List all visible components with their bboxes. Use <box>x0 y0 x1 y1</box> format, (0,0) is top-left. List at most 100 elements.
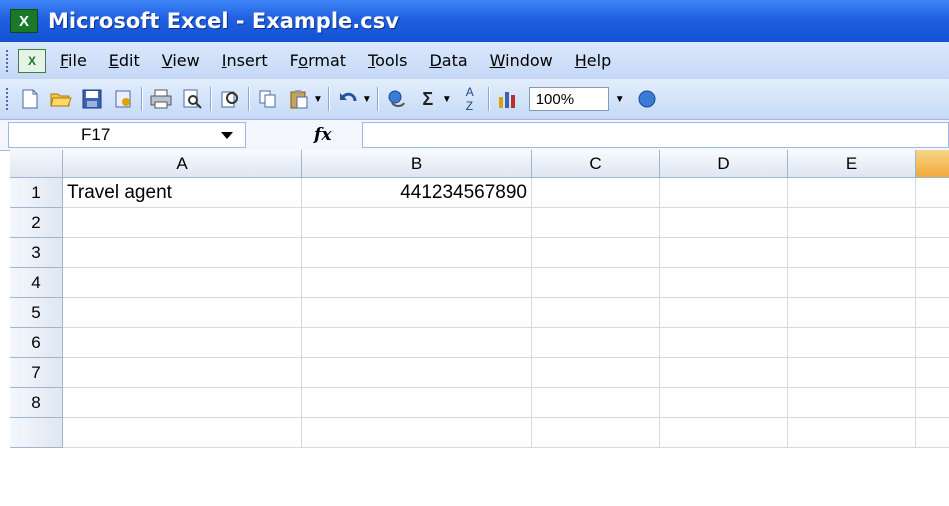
cell-c5[interactable] <box>532 298 660 328</box>
cell-d8[interactable] <box>660 388 788 418</box>
copy-icon[interactable] <box>255 86 281 112</box>
cell-a3[interactable] <box>63 238 302 268</box>
column-header-e[interactable]: E <box>788 150 916 178</box>
zoom-dropdown-icon[interactable]: ▼ <box>611 87 629 111</box>
cell-c2[interactable] <box>532 208 660 238</box>
menu-data[interactable]: Data <box>429 51 467 70</box>
cell-f3[interactable] <box>916 238 949 268</box>
new-document-icon[interactable] <box>17 86 43 112</box>
cell-a5[interactable] <box>63 298 302 328</box>
cell-b6[interactable] <box>302 328 532 358</box>
formula-input[interactable] <box>362 122 949 148</box>
cell-b4[interactable] <box>302 268 532 298</box>
cell-b9[interactable] <box>302 418 532 448</box>
row-header-4[interactable]: 4 <box>10 268 63 298</box>
column-header-c[interactable]: C <box>532 150 660 178</box>
cell-c3[interactable] <box>532 238 660 268</box>
permission-icon[interactable] <box>110 86 136 112</box>
menu-grip-handle[interactable] <box>6 49 12 72</box>
cell-c9[interactable] <box>532 418 660 448</box>
hyperlink-icon[interactable] <box>384 86 410 112</box>
cell-c7[interactable] <box>532 358 660 388</box>
cell-f1[interactable] <box>916 178 949 208</box>
paste-icon[interactable] <box>286 86 312 112</box>
row-header-6[interactable]: 6 <box>10 328 63 358</box>
undo-dropdown-icon[interactable]: ▼ <box>362 94 372 105</box>
menu-help[interactable]: Help <box>575 51 611 70</box>
cell-f7[interactable] <box>916 358 949 388</box>
open-folder-icon[interactable] <box>48 86 74 112</box>
cell-f4[interactable] <box>916 268 949 298</box>
menu-insert[interactable]: Insert <box>222 51 268 70</box>
menu-tools[interactable]: Tools <box>368 51 407 70</box>
cell-b3[interactable] <box>302 238 532 268</box>
cell-e1[interactable] <box>788 178 916 208</box>
menu-file[interactable]: File <box>60 51 87 70</box>
row-header-8[interactable]: 8 <box>10 388 63 418</box>
name-box[interactable]: F17 <box>8 122 246 148</box>
cell-d1[interactable] <box>660 178 788 208</box>
cell-e3[interactable] <box>788 238 916 268</box>
cell-d7[interactable] <box>660 358 788 388</box>
sort-ascending-icon[interactable]: AZ <box>457 85 483 113</box>
row-header-2[interactable]: 2 <box>10 208 63 238</box>
cell-d5[interactable] <box>660 298 788 328</box>
menu-edit[interactable]: Edit <box>109 51 140 70</box>
cell-d9[interactable] <box>660 418 788 448</box>
cell-d4[interactable] <box>660 268 788 298</box>
cell-a2[interactable] <box>63 208 302 238</box>
cell-e5[interactable] <box>788 298 916 328</box>
cell-e2[interactable] <box>788 208 916 238</box>
cell-d3[interactable] <box>660 238 788 268</box>
cell-a8[interactable] <box>63 388 302 418</box>
cell-a1[interactable]: Travel agent <box>63 178 302 208</box>
autosum-dropdown-icon[interactable]: ▼ <box>442 94 452 105</box>
row-header-1[interactable]: 1 <box>10 178 63 208</box>
column-header-d[interactable]: D <box>660 150 788 178</box>
toolbar-grip-handle[interactable] <box>6 88 12 110</box>
name-box-dropdown-icon[interactable] <box>221 132 233 139</box>
save-disk-icon[interactable] <box>79 86 105 112</box>
column-header-a[interactable]: A <box>63 150 302 178</box>
cell-f6[interactable] <box>916 328 949 358</box>
cell-f2[interactable] <box>916 208 949 238</box>
column-header-f[interactable] <box>916 150 949 178</box>
print-icon[interactable] <box>148 86 174 112</box>
row-header-5[interactable]: 5 <box>10 298 63 328</box>
cell-c1[interactable] <box>532 178 660 208</box>
cell-d6[interactable] <box>660 328 788 358</box>
cell-a6[interactable] <box>63 328 302 358</box>
menu-format[interactable]: Format <box>290 51 346 70</box>
row-header-7[interactable]: 7 <box>10 358 63 388</box>
cell-b2[interactable] <box>302 208 532 238</box>
row-header-3[interactable]: 3 <box>10 238 63 268</box>
undo-icon[interactable] <box>335 86 361 112</box>
cell-b5[interactable] <box>302 298 532 328</box>
paste-options-dropdown-icon[interactable]: ▼ <box>313 94 323 105</box>
cell-e7[interactable] <box>788 358 916 388</box>
cell-a9[interactable] <box>63 418 302 448</box>
cell-e4[interactable] <box>788 268 916 298</box>
cell-c8[interactable] <box>532 388 660 418</box>
cell-b7[interactable] <box>302 358 532 388</box>
cell-e6[interactable] <box>788 328 916 358</box>
insert-function-icon[interactable]: fx <box>314 125 331 145</box>
menu-view[interactable]: View <box>162 51 200 70</box>
help-icon[interactable] <box>634 86 660 112</box>
cell-c6[interactable] <box>532 328 660 358</box>
cell-e9[interactable] <box>788 418 916 448</box>
research-icon[interactable] <box>217 86 243 112</box>
chart-wizard-icon[interactable] <box>495 86 521 112</box>
cell-f5[interactable] <box>916 298 949 328</box>
cell-f8[interactable] <box>916 388 949 418</box>
autosum-icon[interactable]: Σ <box>415 86 441 112</box>
select-all-corner[interactable] <box>10 150 63 178</box>
column-header-b[interactable]: B <box>302 150 532 178</box>
cell-d2[interactable] <box>660 208 788 238</box>
menu-window[interactable]: Window <box>490 51 553 70</box>
row-header-9[interactable] <box>10 418 63 448</box>
cell-f9[interactable] <box>916 418 949 448</box>
workbook-icon[interactable]: X <box>18 48 46 73</box>
cell-b1[interactable]: 441234567890 <box>302 178 532 208</box>
cell-a7[interactable] <box>63 358 302 388</box>
